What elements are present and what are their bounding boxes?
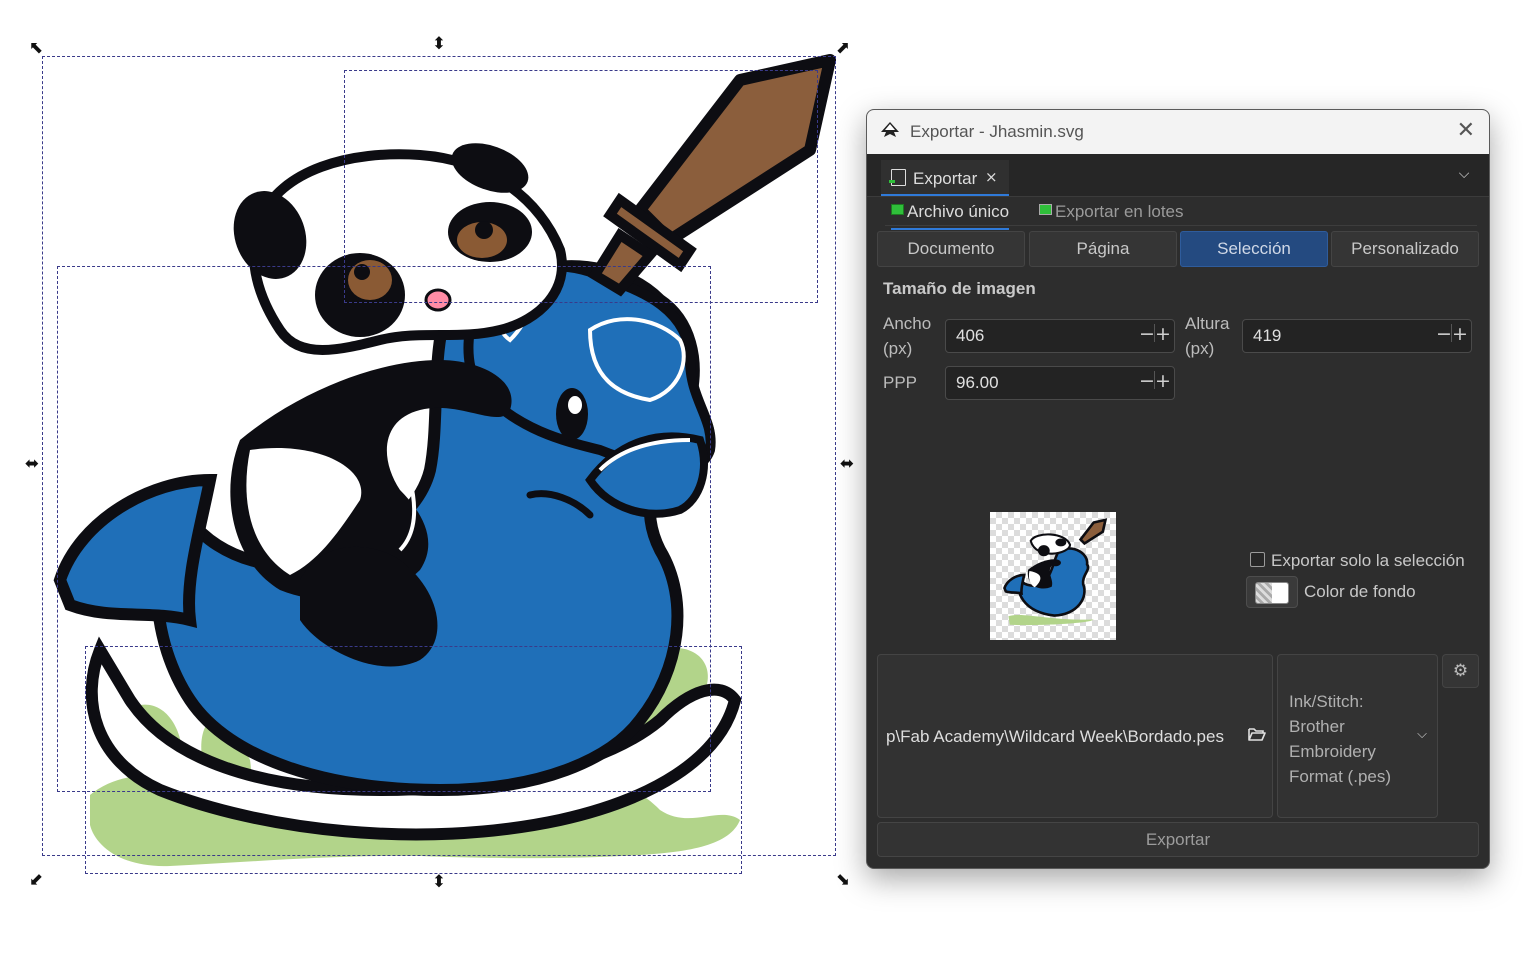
height-increment-button[interactable]: + <box>1452 323 1468 345</box>
height-input[interactable]: 419 −+ <box>1242 319 1472 353</box>
chevron-down-icon[interactable]: ⌵ <box>1417 727 1427 742</box>
image-size-title: Tamaño de imagen <box>883 279 1036 298</box>
batch-export-icon <box>1039 204 1052 215</box>
tab-exportar-label: Exportar <box>913 169 978 188</box>
filename-field[interactable]: p\Fab Academy\Wildcard Week\Bordado.pes <box>877 654 1273 818</box>
panda-horse-artwork[interactable] <box>0 0 860 976</box>
only-selection-check-box[interactable] <box>1250 552 1265 567</box>
horse-wing <box>53 473 218 628</box>
close-icon[interactable]: ✕ <box>1457 118 1475 143</box>
width-decrement-button[interactable]: − <box>1139 323 1155 345</box>
width-label: Ancho (px) <box>883 311 931 361</box>
background-color-label: Color de fondo <box>1304 582 1416 601</box>
subtab-divider <box>885 225 1477 226</box>
single-file-icon <box>891 204 904 215</box>
only-selection-label: Exportar solo la selección <box>1271 551 1465 570</box>
tab-close-icon[interactable]: × <box>985 168 998 186</box>
height-unit-text: (px) <box>1185 339 1215 358</box>
scale-handle-bottom-left[interactable]: ⬋ <box>27 872 45 890</box>
tab-batch-export-label: Exportar en lotes <box>1055 202 1184 221</box>
dpi-input[interactable]: 96.00 −+ <box>945 366 1175 400</box>
dpi-label: PPP <box>883 373 918 392</box>
scale-handle-top-right[interactable]: ⬈ <box>834 40 852 58</box>
sword <box>588 54 836 297</box>
dock-tabbar: Exportar × ⌵ <box>867 154 1489 197</box>
format-line-3: Embroidery <box>1289 742 1376 761</box>
export-preview <box>990 512 1116 640</box>
dpi-decrement-button[interactable]: − <box>1139 370 1155 392</box>
filename-value[interactable]: p\Fab Academy\Wildcard Week\Bordado.pes <box>886 727 1224 747</box>
document-export-icon <box>889 169 906 186</box>
width-unit-text: (px) <box>883 339 913 358</box>
export-dialog: Exportar - Jhasmin.svg ✕ Exportar × ⌵ Ar… <box>866 109 1490 869</box>
inkscape-icon <box>881 122 899 137</box>
format-select[interactable]: Ink/Stitch: Brother Embroidery Format (.… <box>1277 654 1438 818</box>
dialog-titlebar[interactable]: Exportar - Jhasmin.svg ✕ <box>867 110 1489 154</box>
scale-handle-top-left[interactable]: ⬉ <box>27 40 45 58</box>
tab-batch-export[interactable]: Exportar en lotes <box>1039 202 1184 226</box>
export-button[interactable]: Exportar <box>877 822 1479 857</box>
width-input[interactable]: 406 −+ <box>945 319 1175 353</box>
tab-exportar[interactable]: Exportar × <box>881 160 1009 196</box>
area-page-button[interactable]: Página <box>1029 231 1177 267</box>
scale-handle-bottom[interactable]: ⬍ <box>430 874 448 892</box>
scale-handle-left[interactable]: ⬌ <box>23 456 41 474</box>
tab-single-file-label: Archivo único <box>907 202 1010 221</box>
area-custom-button[interactable]: Personalizado <box>1331 231 1479 267</box>
height-label: Altura (px) <box>1185 311 1229 361</box>
width-value: 406 <box>956 326 985 345</box>
format-line-4: Format (.pes) <box>1289 767 1392 786</box>
drawing-canvas[interactable]: ⬉ ⬍ ⬈ ⬌ ⬌ ⬋ ⬍ ⬊ <box>0 0 860 976</box>
background-color-swatch <box>1255 582 1289 604</box>
dialog-title: Exportar - Jhasmin.svg <box>910 122 1084 141</box>
gear-icon[interactable]: ⚙ <box>1442 654 1479 688</box>
preview-thumbnail <box>1003 518 1108 626</box>
only-selection-checkbox[interactable]: Exportar solo la selección <box>1250 551 1465 571</box>
folder-open-icon[interactable] <box>1248 725 1266 743</box>
area-document-button[interactable]: Documento <box>877 231 1025 267</box>
width-label-text: Ancho <box>883 314 932 333</box>
width-increment-button[interactable]: + <box>1155 323 1171 345</box>
scale-handle-bottom-right[interactable]: ⬊ <box>834 872 852 890</box>
height-decrement-button[interactable]: − <box>1436 323 1452 345</box>
height-label-text: Altura <box>1185 314 1230 333</box>
scale-handle-right[interactable]: ⬌ <box>838 456 856 474</box>
dpi-increment-button[interactable]: + <box>1155 370 1171 392</box>
format-line-2: Brother <box>1289 717 1345 736</box>
horse-eye <box>556 388 588 440</box>
height-value: 419 <box>1253 326 1282 345</box>
format-line-1: Ink/Stitch: <box>1289 692 1364 711</box>
area-selection-button[interactable]: Selección <box>1180 231 1328 267</box>
background-color-button[interactable] <box>1246 576 1298 608</box>
format-value: Ink/Stitch: Brother Embroidery Format (.… <box>1289 689 1409 789</box>
scale-handle-top[interactable]: ⬍ <box>430 36 448 54</box>
chevron-down-icon[interactable]: ⌵ <box>1451 166 1477 188</box>
dpi-value: 96.00 <box>956 373 999 392</box>
